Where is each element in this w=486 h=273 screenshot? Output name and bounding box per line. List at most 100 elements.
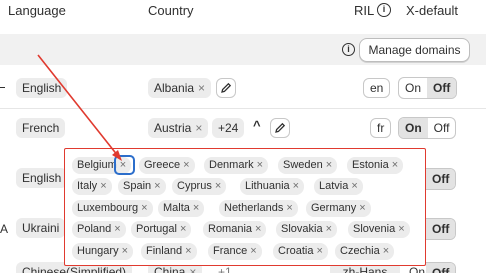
info-icon[interactable]: i <box>377 3 391 17</box>
close-icon[interactable]: × <box>154 180 160 192</box>
country-chip-label: Estonia <box>352 159 389 171</box>
language-pill: Ukraini <box>16 218 66 238</box>
close-icon[interactable]: × <box>250 245 256 257</box>
country-chip: Hungary × <box>72 243 134 260</box>
country-chip-label: Denmark <box>209 159 254 171</box>
close-icon[interactable]: × <box>193 202 199 214</box>
close-icon[interactable]: × <box>286 202 292 214</box>
country-chip: France × <box>208 243 262 260</box>
close-icon[interactable]: × <box>392 159 398 171</box>
row-marker <box>0 87 5 88</box>
country-chip-label: Germany <box>311 202 357 214</box>
edit-countries-button[interactable] <box>216 78 236 98</box>
xdefault-toggle[interactable]: Off <box>426 262 457 273</box>
close-icon[interactable]: × <box>255 223 261 235</box>
close-icon[interactable]: × <box>257 159 263 171</box>
more-countries-badge[interactable]: +1 <box>218 265 232 273</box>
close-icon[interactable]: × <box>198 81 205 95</box>
country-chip-label: Slovenia <box>353 223 396 235</box>
toggle-off[interactable]: Off <box>427 78 457 98</box>
toggle-off[interactable]: Off <box>428 118 456 138</box>
country-chip: Netherlands × <box>219 200 298 217</box>
country-chip: Finland × <box>141 243 197 260</box>
manage-domains-button[interactable]: Manage domains <box>359 38 470 62</box>
country-chip: Latvia × <box>314 178 363 195</box>
country-chip-label: Slovakia <box>281 223 323 235</box>
close-icon[interactable]: × <box>383 245 389 257</box>
info-icon[interactable]: i <box>342 43 355 56</box>
close-icon[interactable]: × <box>316 245 322 257</box>
close-icon[interactable]: × <box>398 223 404 235</box>
xdefault-toggle[interactable]: Off <box>426 218 457 240</box>
close-icon[interactable]: × <box>189 265 196 273</box>
close-icon[interactable]: × <box>195 121 202 135</box>
language-pill: French <box>16 118 66 138</box>
close-icon[interactable]: × <box>359 202 365 214</box>
column-header-country: Country <box>148 3 194 18</box>
column-header-xdefault: X-default <box>406 3 459 18</box>
ril-button[interactable]: en <box>363 78 391 98</box>
column-header-ril: RIL <box>354 3 375 18</box>
country-chip: Denmark × <box>204 157 269 174</box>
country-chip: Luxembourg × <box>72 200 153 217</box>
country-chip-label: Sweden <box>283 159 323 171</box>
xdefault-toggle[interactable]: On Off <box>398 77 458 99</box>
country-chip-label: Latvia <box>319 180 349 192</box>
close-icon[interactable]: × <box>215 180 221 192</box>
country-chip: Italy × <box>72 178 112 195</box>
country-chip: Romania × <box>203 221 267 238</box>
close-icon[interactable]: × <box>100 180 106 192</box>
country-chip-label: France <box>213 245 248 257</box>
toggle-on[interactable]: On <box>399 78 427 98</box>
country-chip-label: Netherlands <box>224 202 284 214</box>
toggle-off[interactable]: Off <box>426 219 456 239</box>
country-chip: Cyprus × <box>172 178 227 195</box>
close-icon[interactable]: × <box>183 159 189 171</box>
close-icon[interactable]: × <box>114 223 120 235</box>
country-chip: Malta × <box>158 200 205 217</box>
country-pill: Albania × <box>148 78 212 98</box>
country-chip-label: Spain <box>123 180 152 192</box>
toggle-on[interactable]: On <box>409 265 425 273</box>
country-chip-label: Cyprus <box>177 180 212 192</box>
country-chip-label: Italy <box>77 180 98 192</box>
pencil-icon <box>221 82 232 93</box>
xdefault-toggle[interactable]: Off <box>426 168 457 190</box>
country-chip-label: Hungary <box>77 245 119 257</box>
toggle-off[interactable]: Off <box>426 263 456 273</box>
language-pill: English <box>16 168 68 188</box>
close-icon[interactable]: × <box>185 245 191 257</box>
country-chip: Spain × <box>118 178 166 195</box>
ril-button[interactable]: fr <box>370 118 392 138</box>
edit-countries-button[interactable] <box>270 118 290 138</box>
column-header-language: Language <box>8 3 66 18</box>
country-pill: Austria × <box>148 118 209 138</box>
arrow-line <box>37 54 119 157</box>
toggle-on[interactable]: On <box>399 118 428 138</box>
close-icon[interactable]: × <box>180 223 186 235</box>
country-chip-label: Czechia <box>340 245 380 257</box>
country-chip-label: Belgium <box>77 159 117 171</box>
close-icon[interactable]: × <box>293 180 299 192</box>
more-countries-badge[interactable]: +24 <box>212 118 245 138</box>
language-pill: English <box>16 78 68 98</box>
close-icon[interactable]: × <box>351 180 357 192</box>
close-icon[interactable]: × <box>122 245 128 257</box>
country-chip: Czechia × <box>335 243 395 260</box>
close-icon[interactable]: × <box>326 223 332 235</box>
country-chip-label: Lithuania <box>245 180 290 192</box>
toggle-off[interactable]: Off <box>426 169 456 189</box>
row-divider <box>0 108 486 109</box>
country-chip-label: Luxembourg <box>77 202 139 214</box>
country-chip-label: Greece <box>144 159 181 171</box>
row-marker: A <box>0 222 9 236</box>
country-chip: Lithuania × <box>240 178 305 195</box>
xdefault-toggle[interactable]: On Off <box>398 117 457 139</box>
close-icon[interactable]: × <box>326 159 332 171</box>
country-chip-label: Romania <box>208 223 253 235</box>
pencil-icon <box>275 122 286 133</box>
close-icon[interactable]: × <box>141 202 147 214</box>
chevron-up-icon[interactable]: ^ <box>253 118 261 133</box>
country-chip: Sweden × <box>278 157 338 174</box>
country-chip: Slovakia × <box>276 221 338 238</box>
